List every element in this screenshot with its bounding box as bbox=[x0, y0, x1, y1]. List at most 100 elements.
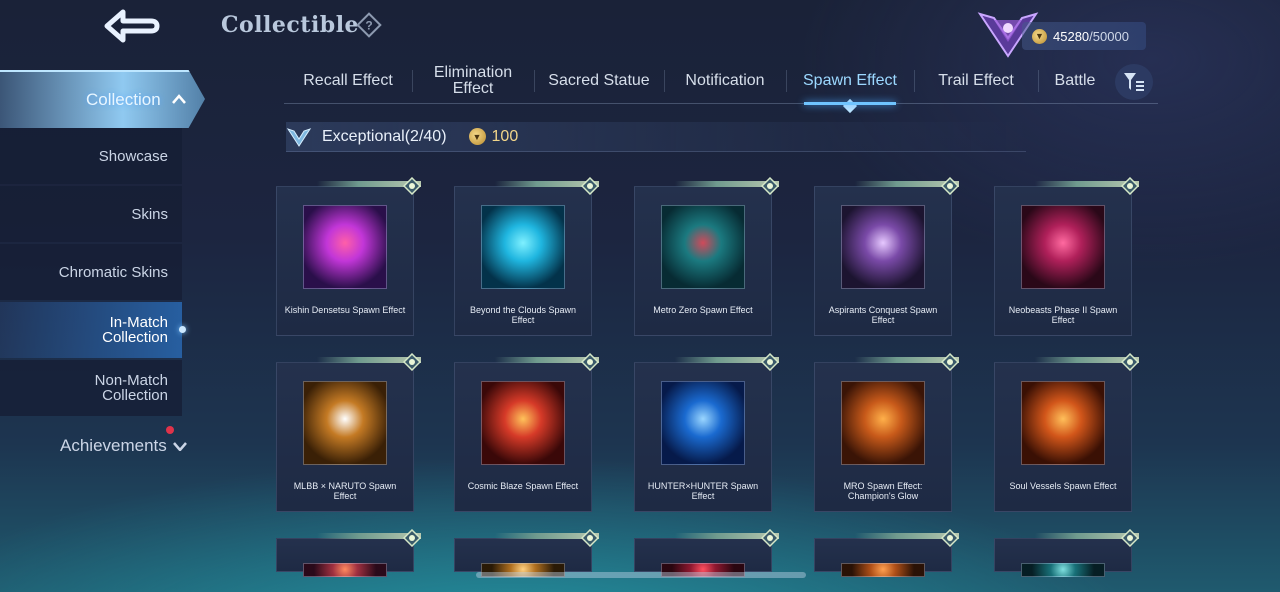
card-corner-gem-icon bbox=[403, 353, 421, 371]
card-thumbnail bbox=[481, 381, 565, 465]
tab-spawn-effect[interactable]: Spawn Effect bbox=[786, 58, 914, 113]
card-name: MRO Spawn Effect: Champion's Glow bbox=[843, 481, 923, 501]
filter-button[interactable] bbox=[1115, 64, 1153, 100]
section-cost-value: 100 bbox=[491, 127, 519, 145]
chevron-down-icon bbox=[172, 442, 187, 451]
active-tab-caret-icon bbox=[842, 98, 858, 113]
help-button[interactable]: ? bbox=[356, 12, 382, 38]
card-name: MLBB × NARUTO Spawn Effect bbox=[293, 481, 397, 501]
tab-label: Notification bbox=[685, 71, 765, 89]
card-thumbnail bbox=[661, 205, 745, 289]
card-name: Soul Vessels Spawn Effect bbox=[1009, 481, 1117, 491]
card-corner-gem-icon bbox=[403, 177, 421, 195]
collectible-card[interactable] bbox=[634, 529, 779, 577]
sidebar-item-label: Collection bbox=[86, 90, 161, 109]
sidebar-item-skins[interactable]: Skins bbox=[0, 186, 182, 242]
collectible-card[interactable]: Cosmic Blaze Spawn Effect bbox=[454, 353, 599, 512]
filter-icon bbox=[1124, 73, 1144, 91]
effect-tabs: Recall Effect Elimination Effect Sacred … bbox=[284, 58, 1158, 113]
card-corner-gem-icon bbox=[1121, 177, 1139, 195]
collectible-card[interactable] bbox=[994, 529, 1139, 577]
sidebar-item-chromatic-skins[interactable]: Chromatic Skins bbox=[0, 244, 182, 300]
card-corner-gem-icon bbox=[761, 353, 779, 371]
sidebar-item-in-match-collection[interactable]: In-Match Collection bbox=[0, 302, 186, 358]
tab-label: Sacred Statue bbox=[548, 71, 650, 89]
collectible-card[interactable]: Neobeasts Phase II Spawn Effect bbox=[994, 177, 1139, 336]
card-corner-gem-icon bbox=[1121, 353, 1139, 371]
active-indicator-dot bbox=[179, 326, 186, 333]
tab-trail-effect[interactable]: Trail Effect bbox=[914, 58, 1038, 104]
card-thumbnail bbox=[1021, 563, 1105, 577]
sidebar-item-label: Achievements bbox=[60, 436, 167, 455]
collectible-card[interactable]: Beyond the Clouds Spawn Effect bbox=[454, 177, 599, 336]
tab-label: Trail Effect bbox=[938, 71, 1014, 89]
card-name: Neobeasts Phase II Spawn Effect bbox=[1008, 305, 1118, 325]
svg-text:?: ? bbox=[365, 19, 372, 33]
card-name: Cosmic Blaze Spawn Effect bbox=[467, 481, 579, 491]
collectible-card[interactable]: Metro Zero Spawn Effect bbox=[634, 177, 779, 336]
notification-dot bbox=[166, 426, 174, 434]
scroll-handle[interactable] bbox=[476, 572, 806, 578]
card-corner-gem-icon bbox=[581, 529, 599, 547]
card-thumbnail bbox=[1021, 381, 1105, 465]
collectible-card[interactable] bbox=[814, 529, 959, 577]
collectible-card[interactable]: Kishin Densetsu Spawn Effect bbox=[276, 177, 421, 336]
card-thumbnail bbox=[1021, 205, 1105, 289]
sidebar-item-label: Skins bbox=[131, 205, 168, 223]
sidebar-item-label: In-Match Collection bbox=[102, 314, 168, 346]
card-corner-gem-icon bbox=[581, 177, 599, 195]
card-corner-gem-icon bbox=[1121, 529, 1139, 547]
collectible-card[interactable]: Soul Vessels Spawn Effect bbox=[994, 353, 1139, 512]
card-name: Aspirants Conquest Spawn Effect bbox=[828, 305, 938, 325]
collectible-card[interactable] bbox=[454, 529, 599, 577]
card-thumbnail bbox=[303, 205, 387, 289]
section-cost: ▼ 100 bbox=[468, 127, 519, 146]
page-title: Collectible bbox=[221, 12, 360, 38]
card-name: Kishin Densetsu Spawn Effect bbox=[284, 305, 406, 315]
card-corner-gem-icon bbox=[941, 353, 959, 371]
card-corner-gem-icon bbox=[581, 353, 599, 371]
sidebar-item-label: Non-Match Collection bbox=[94, 372, 168, 404]
back-arrow-icon bbox=[104, 9, 160, 43]
tab-sacred-statue[interactable]: Sacred Statue bbox=[534, 58, 664, 104]
back-button[interactable] bbox=[96, 6, 168, 46]
card-thumbnail bbox=[661, 381, 745, 465]
card-name: Metro Zero Spawn Effect bbox=[653, 305, 753, 315]
collectible-card[interactable] bbox=[276, 529, 421, 577]
card-corner-gem-icon bbox=[941, 529, 959, 547]
tab-recall-effect[interactable]: Recall Effect bbox=[284, 58, 412, 104]
exceptional-tier-icon bbox=[286, 127, 312, 147]
section-header: Exceptional(2/40) ▼ 100 bbox=[286, 122, 1026, 152]
chevron-up-icon bbox=[172, 94, 186, 104]
sidebar-item-showcase[interactable]: Showcase bbox=[0, 128, 182, 184]
card-thumbnail bbox=[303, 381, 387, 465]
sidebar-item-achievements[interactable]: Achievements bbox=[60, 436, 187, 456]
collectible-card[interactable]: MRO Spawn Effect: Champion's Glow bbox=[814, 353, 959, 512]
collectible-card[interactable]: MLBB × NARUTO Spawn Effect bbox=[276, 353, 421, 512]
collectible-card[interactable]: Aspirants Conquest Spawn Effect bbox=[814, 177, 959, 336]
currency-max: /50000 bbox=[1089, 28, 1129, 44]
tab-label: Elimination Effect bbox=[433, 63, 513, 97]
card-corner-gem-icon bbox=[761, 529, 779, 547]
sidebar-item-label: Chromatic Skins bbox=[58, 263, 168, 281]
coin-icon: ▼ bbox=[1032, 28, 1047, 44]
card-corner-gem-icon bbox=[403, 529, 421, 547]
card-corner-gem-icon bbox=[761, 177, 779, 195]
card-name: Beyond the Clouds Spawn Effect bbox=[469, 305, 577, 325]
help-icon: ? bbox=[356, 12, 382, 38]
sidebar-item-collection[interactable]: Collection bbox=[0, 70, 205, 128]
tab-label: Recall Effect bbox=[303, 71, 393, 89]
card-thumbnail bbox=[841, 205, 925, 289]
sidebar-item-non-match-collection[interactable]: Non-Match Collection bbox=[0, 360, 182, 416]
collectible-grid: Kishin Densetsu Spawn Effect Beyond the C… bbox=[276, 176, 1146, 592]
section-title: Exceptional(2/40) bbox=[322, 127, 447, 145]
currency-display: ▼ 45280/50000 bbox=[1022, 22, 1146, 50]
card-corner-gem-icon bbox=[941, 177, 959, 195]
card-thumbnail bbox=[303, 563, 387, 577]
tab-notification[interactable]: Notification bbox=[664, 58, 786, 104]
tab-battle[interactable]: Battle bbox=[1038, 58, 1112, 104]
tab-label: Battle bbox=[1054, 71, 1096, 89]
tab-elimination-effect[interactable]: Elimination Effect bbox=[412, 58, 534, 104]
collectible-card[interactable]: HUNTER×HUNTER Spawn Effect bbox=[634, 353, 779, 512]
card-thumbnail bbox=[481, 205, 565, 289]
